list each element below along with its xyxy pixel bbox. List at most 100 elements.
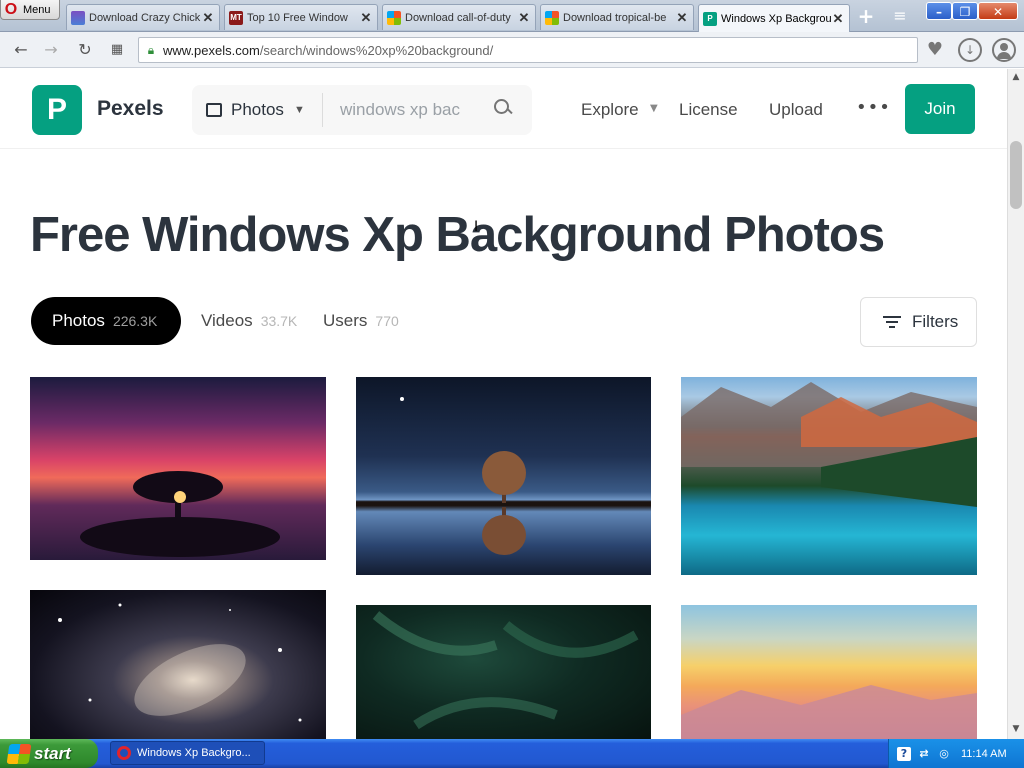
tab-count: 226.3K — [112, 313, 158, 329]
mt-favicon-icon: MT — [229, 10, 243, 25]
pexels-logo-text[interactable]: Pexels — [97, 97, 164, 121]
browser-tab-bar: O Menu Download Crazy Chick ✕ MT Top 10 … — [0, 0, 1024, 32]
pexels-logo-icon[interactable]: P — [32, 85, 82, 135]
search-input[interactable] — [340, 98, 470, 122]
tab-label: Users — [323, 311, 368, 330]
photo-sunset-hills[interactable] — [681, 605, 977, 739]
clock[interactable]: 11:14 AM — [961, 748, 1007, 760]
join-button[interactable]: Join — [905, 84, 975, 134]
mountain-shapes — [681, 382, 977, 507]
close-icon[interactable]: ✕ — [675, 10, 689, 26]
photo-sunset-tree[interactable] — [30, 377, 326, 560]
tab-label: Photos — [52, 311, 105, 330]
taskbar-item-label: Windows Xp Backgro... — [137, 747, 251, 759]
search-bar: Photos ▼ — [192, 85, 532, 135]
page-viewport: P Pexels Photos ▼ Explore ▼ License Uplo… — [0, 69, 1007, 739]
url-text: www.pexels.com/search/windows%20xp%20bac… — [163, 43, 493, 58]
menu-label: Menu — [23, 3, 51, 16]
tab-label: Videos — [201, 311, 253, 330]
windows-favicon-icon — [387, 10, 401, 25]
speed-dial-grid-icon[interactable]: ▦ — [106, 40, 128, 60]
filters-label: Filters — [912, 312, 959, 331]
scroll-up-arrow-icon[interactable]: ▲ — [1008, 69, 1024, 85]
scroll-down-arrow-icon[interactable]: ▼ — [1008, 721, 1024, 737]
tab-photos[interactable]: Photos 226.3K — [31, 297, 181, 345]
close-icon[interactable]: ✕ — [831, 11, 845, 27]
tab-count: 770 — [375, 313, 399, 329]
tab-label: Top 10 Free Window — [247, 11, 348, 24]
image-icon — [206, 103, 222, 117]
tab-count: 33.7K — [260, 313, 298, 329]
photo-fern-leaves[interactable] — [356, 605, 651, 739]
browser-tab[interactable]: Download call-of-duty ✕ — [382, 4, 536, 30]
page-scrollbar[interactable]: ▲ ▼ — [1007, 69, 1024, 739]
browser-tab[interactable]: Download Crazy Chick ✕ — [66, 4, 220, 30]
new-tab-plus-icon[interactable]: + — [852, 5, 880, 27]
browser-tab[interactable]: MT Top 10 Free Window ✕ — [224, 4, 378, 30]
page-title: Free Windows Xp Background Photos — [30, 208, 885, 262]
search-type-label: Photos — [231, 100, 284, 119]
url-field[interactable]: 🔒︎ www.pexels.com/search/windows%20xp%20… — [138, 37, 918, 63]
tab-videos[interactable]: Videos 33.7K — [201, 297, 297, 345]
fern-shapes — [372, 611, 639, 730]
search-icon[interactable] — [494, 99, 514, 119]
search-divider — [322, 93, 323, 127]
chevron-down-icon: ▼ — [650, 103, 658, 114]
tree-reflection — [400, 397, 526, 555]
taskbar-item-opera[interactable]: Windows Xp Backgro... — [110, 741, 265, 765]
start-button[interactable]: start — [0, 739, 98, 768]
opera-logo-icon: O — [4, 0, 18, 18]
heart-icon[interactable]: ♥ — [922, 37, 948, 63]
window-close-icon[interactable]: ✕ — [978, 2, 1018, 20]
url-path: /search/windows%20xp%20background/ — [259, 42, 494, 58]
galaxy-stars — [58, 603, 302, 722]
tab-menu-icon[interactable]: ≡ — [886, 5, 914, 27]
tab-label: Windows Xp Backgrou — [721, 12, 831, 25]
url-host: www.pexels.com — [163, 42, 260, 58]
nav-upload[interactable]: Upload — [769, 100, 823, 120]
download-icon[interactable]: ↓ — [958, 38, 982, 62]
hill-shapes — [681, 685, 977, 739]
close-icon[interactable]: ✕ — [359, 10, 373, 26]
browser-tab-active[interactable]: P Windows Xp Backgrou ✕ — [698, 4, 850, 32]
header-divider — [0, 148, 1007, 149]
photo-galaxy[interactable] — [30, 590, 326, 739]
chevron-down-icon: ▼ — [293, 104, 305, 116]
maximize-icon[interactable]: ❐ — [952, 2, 978, 20]
help-icon[interactable]: ? — [897, 746, 911, 761]
forward-arrow-icon[interactable]: → — [40, 40, 62, 60]
game-favicon-icon — [71, 10, 85, 25]
opera-menu-button[interactable]: O Menu — [0, 0, 60, 20]
tab-label: Download call-of-duty — [405, 11, 511, 24]
nav-license[interactable]: License — [679, 100, 738, 120]
tab-label: Download Crazy Chick — [89, 11, 201, 24]
tree-silhouette — [80, 471, 280, 557]
search-type-dropdown[interactable]: Photos ▼ — [206, 85, 305, 135]
more-dots-icon[interactable]: ••• — [856, 97, 891, 118]
windows-flag-icon — [6, 743, 32, 764]
tab-label: Download tropical-be — [563, 11, 667, 24]
taskbar: start Windows Xp Backgro... ? ⇄ ◎ 11:14 … — [0, 739, 1024, 768]
opera-icon — [117, 746, 131, 760]
system-tray: ? ⇄ ◎ 11:14 AM — [888, 739, 1024, 768]
photo-mountain-lake[interactable] — [681, 377, 977, 575]
scrollbar-thumb[interactable] — [1010, 141, 1022, 209]
nav-explore[interactable]: Explore — [581, 100, 639, 120]
network-icon[interactable]: ⇄ — [917, 747, 931, 761]
browser-tab[interactable]: Download tropical-be ✕ — [540, 4, 694, 30]
start-label: start — [34, 743, 71, 763]
windows-favicon-icon — [545, 10, 559, 25]
close-icon[interactable]: ✕ — [517, 10, 531, 26]
close-icon[interactable]: ✕ — [201, 10, 215, 26]
back-arrow-icon[interactable]: ← — [10, 40, 32, 60]
minimize-icon[interactable]: – — [926, 2, 952, 20]
filters-button[interactable]: Filters — [860, 297, 977, 347]
account-icon[interactable] — [992, 38, 1016, 62]
tab-users[interactable]: Users 770 — [323, 297, 399, 345]
photo-lake-tree-reflection[interactable] — [356, 377, 651, 575]
pexels-favicon-icon: P — [703, 11, 717, 26]
security-icon[interactable]: ◎ — [937, 747, 951, 761]
address-bar: ← → ↻ ▦ 🔒︎ www.pexels.com/search/windows… — [0, 32, 1024, 68]
lock-icon: 🔒︎ — [147, 42, 155, 57]
reload-icon[interactable]: ↻ — [74, 40, 96, 60]
